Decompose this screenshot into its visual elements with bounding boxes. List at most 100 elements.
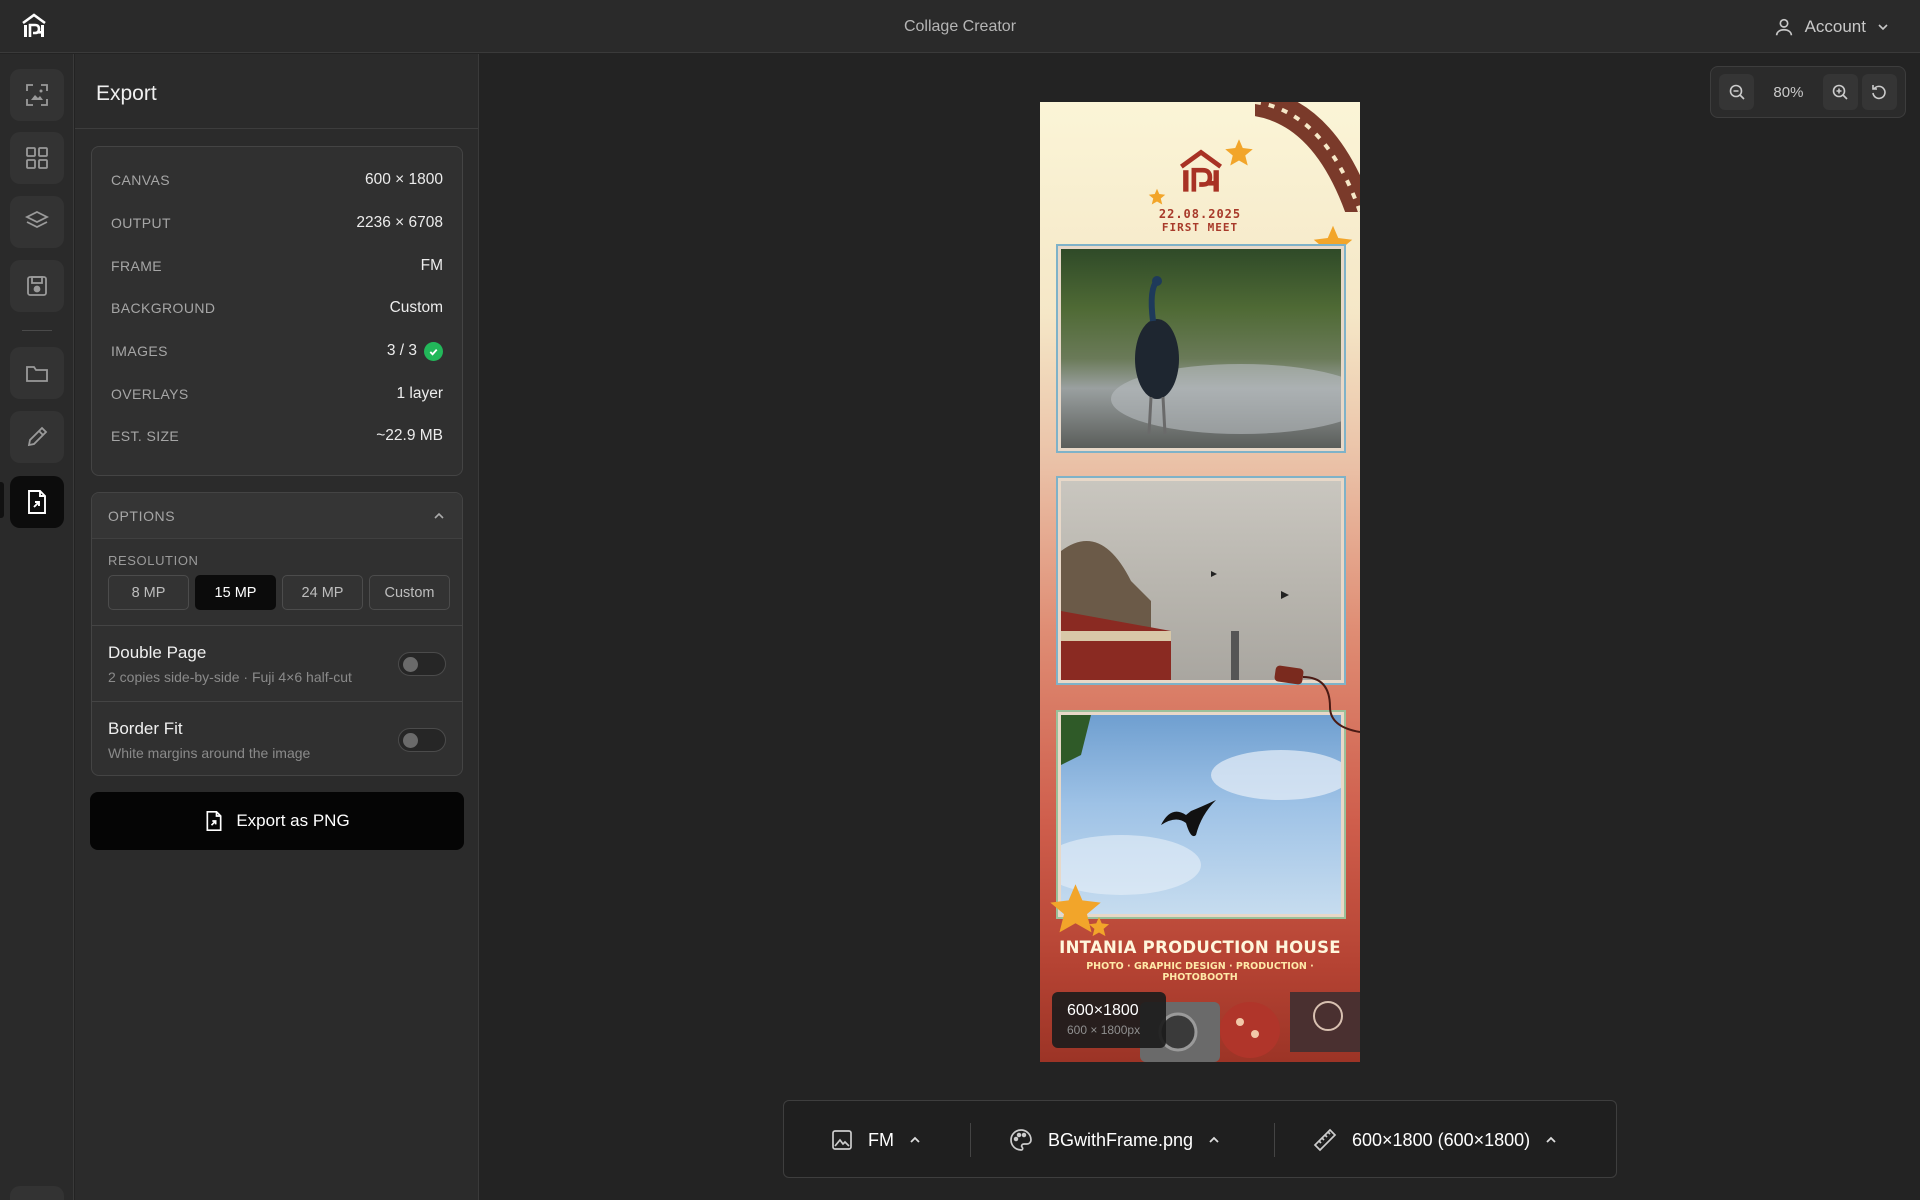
double-page-title: Double Page: [108, 643, 207, 662]
user-icon: [1775, 18, 1792, 36]
export-button-label: Export as PNG: [236, 811, 350, 830]
collage-canvas[interactable]: 22.08.2025 FIRST MEET INTANIA PRODUCTION…: [1040, 102, 1360, 1062]
zoom-in-icon: [1832, 84, 1848, 100]
info-label: OVERLAYS: [111, 385, 189, 402]
tool-rail: [0, 54, 74, 1200]
options-title: OPTIONS: [108, 507, 176, 524]
size-badge-sub: 600 × 1800px: [1067, 1023, 1141, 1037]
background-selector[interactable]: BGwithFrame.png: [1008, 1101, 1221, 1179]
image-edit-icon: [26, 84, 48, 106]
info-row-canvas: CANVAS 600 × 1800: [92, 159, 462, 202]
chevron-up-icon: [1546, 1136, 1556, 1143]
info-row-est-size: EST. SIZE ~22.9 MB: [92, 415, 462, 458]
toolbar-divider: [1274, 1123, 1275, 1157]
info-value: FM: [420, 256, 443, 274]
frame-selector[interactable]: FM: [830, 1101, 922, 1179]
zoom-level: 80%: [1773, 83, 1804, 101]
info-label: BACKGROUND: [111, 300, 216, 317]
export-tool-button[interactable]: [10, 476, 64, 528]
toolbar-divider: [970, 1123, 971, 1157]
export-png-button[interactable]: Export as PNG: [90, 792, 464, 850]
resolution-24mp-button[interactable]: 24 MP: [282, 575, 363, 610]
zoom-out-icon: [1729, 84, 1745, 100]
info-label: IMAGES: [111, 343, 168, 360]
active-indicator: [0, 482, 4, 518]
resolution-custom-button[interactable]: Custom: [369, 575, 450, 610]
export-summary-card: CANVAS 600 × 1800 OUTPUT 2236 × 6708 FRA…: [91, 146, 463, 476]
star-icon: [1148, 188, 1166, 205]
info-value: 2236 × 6708: [356, 214, 443, 232]
info-row-overlays: OVERLAYS 1 layer: [92, 372, 462, 415]
export-file-icon: [206, 811, 222, 831]
account-label: Account: [1804, 17, 1866, 36]
frame-caption: FIRST MEET: [1161, 221, 1239, 234]
size-badge-main: 600×1800: [1067, 1002, 1139, 1019]
chevron-up-icon: [1209, 1136, 1219, 1143]
double-page-desc: 2 copies side-by-side · Fuji 4×6 half-cu…: [108, 669, 352, 685]
film-strip-decoration: [1255, 102, 1360, 212]
microphone-decoration: [1274, 665, 1360, 733]
border-fit-title: Border Fit: [108, 719, 183, 738]
info-value-images: 3 / 3: [387, 341, 443, 361]
pencil-icon: [27, 426, 48, 447]
image-icon: [832, 1130, 852, 1150]
info-row-background: BACKGROUND Custom: [92, 287, 462, 330]
resolution-label: RESOLUTION: [108, 553, 199, 568]
info-value: 1 layer: [396, 384, 443, 402]
options-card: OPTIONS RESOLUTION 8 MP 15 MP 24 MP Cust…: [91, 492, 463, 776]
info-label: OUTPUT: [111, 215, 171, 232]
open-tool-button[interactable]: [10, 347, 64, 399]
border-fit-desc: White margins around the image: [108, 745, 311, 761]
info-row-output: OUTPUT 2236 × 6708: [92, 202, 462, 245]
reset-icon: [1872, 85, 1887, 100]
bottom-toolbar: FM BGwithFrame.png 600×1800 (600×1800): [783, 1100, 1617, 1178]
star-icon: [1225, 139, 1253, 166]
photo-slot-1[interactable]: [1058, 246, 1344, 451]
panel-title: Export: [75, 54, 478, 129]
zoom-out-button[interactable]: [1719, 74, 1755, 110]
check-circle-icon: [424, 341, 443, 361]
info-label: EST. SIZE: [111, 428, 180, 445]
help-button[interactable]: [10, 1186, 64, 1200]
info-value: 600 × 1800: [364, 171, 443, 189]
app-title: Collage Creator: [903, 18, 1017, 35]
palette-icon: [1010, 1129, 1032, 1151]
border-fit-toggle[interactable]: [398, 728, 446, 752]
top-bar: Collage Creator Account: [0, 0, 1920, 53]
layout-tool-button[interactable]: [10, 132, 64, 184]
frame-subtitle: PHOTO · GRAPHIC DESIGN · PRODUCTION · PH…: [1086, 961, 1314, 983]
frame-title: INTANIA PRODUCTION HOUSE: [1059, 938, 1341, 957]
chevron-up-icon: [434, 512, 444, 519]
size-selector[interactable]: 600×1800 (600×1800): [1312, 1101, 1558, 1179]
resolution-8mp-button[interactable]: 8 MP: [108, 575, 189, 610]
zoom-reset-button[interactable]: [1861, 74, 1898, 110]
resolution-options: 8 MP 15 MP 24 MP Custom: [108, 575, 450, 610]
divider: [92, 625, 462, 626]
image-tool-button[interactable]: [10, 69, 64, 121]
rail-divider: [22, 330, 52, 331]
info-label: CANVAS: [111, 172, 170, 189]
info-value: Custom: [389, 299, 443, 317]
divider: [92, 701, 462, 702]
peacock-photo: [1111, 276, 1341, 435]
edit-tool-button[interactable]: [10, 411, 64, 463]
star-icon: [1088, 916, 1110, 937]
layers-icon: [24, 210, 50, 229]
info-row-images: IMAGES 3 / 3: [92, 330, 462, 373]
export-file-icon: [28, 490, 46, 514]
frame-value: FM: [868, 1129, 894, 1150]
export-panel: Export CANVAS 600 × 1800 OUTPUT 2236 × 6…: [75, 54, 479, 1200]
account-menu[interactable]: Account: [1773, 13, 1890, 41]
double-page-toggle[interactable]: [398, 652, 446, 676]
zoom-in-button[interactable]: [1822, 74, 1858, 110]
frame-logo: [1179, 149, 1223, 192]
layers-tool-button[interactable]: [10, 196, 64, 248]
background-value: BGwithFrame.png: [1048, 1129, 1194, 1150]
options-header[interactable]: OPTIONS: [92, 493, 462, 539]
resolution-15mp-button[interactable]: 15 MP: [195, 575, 276, 610]
save-tool-button[interactable]: [10, 260, 64, 312]
info-row-frame: FRAME FM: [92, 244, 462, 287]
bird-photo: [1061, 715, 1341, 895]
chevron-down-icon: [1878, 24, 1888, 31]
canvas-size-badge: 600×1800 600 × 1800px: [1052, 992, 1166, 1048]
